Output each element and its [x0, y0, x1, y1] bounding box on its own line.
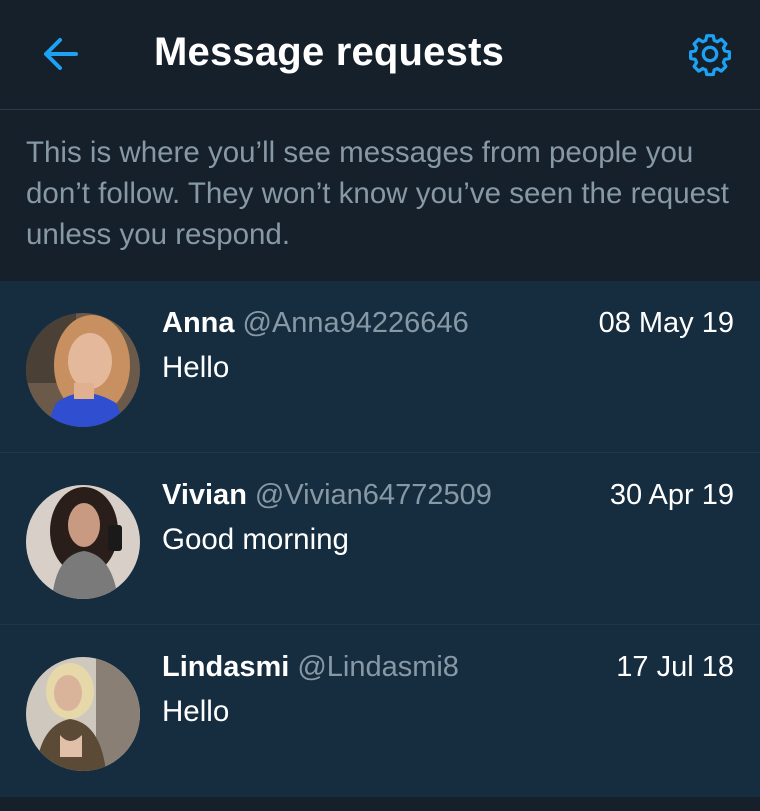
avatar[interactable]	[26, 657, 140, 771]
sender-name: Lindasmi	[162, 651, 290, 683]
message-preview: Good morning	[162, 523, 349, 556]
request-item-anna[interactable]: Anna @Anna94226646 08 May 19 Hello	[0, 281, 760, 453]
top-app-bar: Message requests	[0, 0, 760, 110]
info-description: This is where you’ll see messages from p…	[0, 110, 760, 281]
request-list: Anna @Anna94226646 08 May 19 Hello Vivian…	[0, 281, 760, 797]
message-preview: Hello	[162, 695, 230, 728]
settings-button[interactable]	[686, 30, 734, 78]
sender-handle: @Anna94226646	[242, 307, 469, 339]
sender-name: Vivian	[162, 479, 247, 511]
avatar[interactable]	[26, 485, 140, 599]
sender-handle: @Lindasmi8	[297, 651, 459, 683]
page-title: Message requests	[154, 30, 505, 74]
sender-handle: @Vivian64772509	[254, 479, 492, 511]
message-date: 30 Apr 19	[609, 479, 734, 511]
message-preview: Hello	[162, 351, 230, 384]
bottom-divider	[0, 797, 760, 811]
request-item-vivian[interactable]: Vivian @Vivian64772509 30 Apr 19 Good mor…	[0, 453, 760, 625]
back-button[interactable]	[38, 34, 82, 74]
message-date: 08 May 19	[598, 307, 734, 339]
arrow-left-icon	[44, 38, 78, 70]
gear-icon	[689, 34, 731, 77]
message-date: 17 Jul 18	[616, 651, 734, 683]
sender-name: Anna	[162, 307, 235, 339]
avatar[interactable]	[26, 313, 140, 427]
request-item-lindasmi[interactable]: Lindasmi @Lindasmi8 17 Jul 18 Hello	[0, 625, 760, 797]
